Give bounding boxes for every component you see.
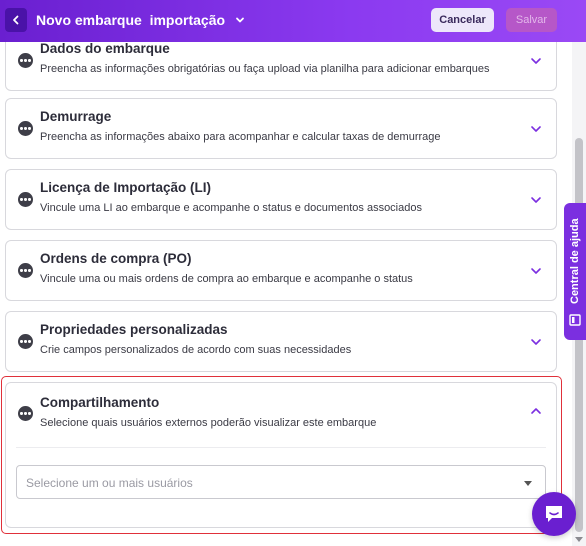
section-card-demurrage[interactable]: Demurrage Preencha as informações abaixo… bbox=[5, 98, 557, 159]
section-title: Dados do embarque bbox=[40, 41, 170, 56]
chevron-down-icon[interactable] bbox=[530, 265, 542, 277]
more-dots-icon bbox=[18, 334, 33, 349]
help-center-tab[interactable]: Central de ajuda bbox=[564, 203, 586, 340]
top-bar: Novo embarque importação Cancelar Salvar bbox=[0, 0, 586, 42]
help-center-label: Central de ajuda bbox=[569, 218, 581, 304]
chevron-down-icon bbox=[236, 17, 244, 23]
section-card-licenca-importacao[interactable]: Licença de Importação (LI) Vincule uma L… bbox=[5, 169, 557, 230]
section-description: Vincule uma ou mais ordens de compra ao … bbox=[40, 273, 413, 285]
section-card-ordens-de-compra[interactable]: Ordens de compra (PO) Vincule uma ou mai… bbox=[5, 240, 557, 301]
chat-bubble-icon bbox=[546, 506, 562, 522]
caret-down-icon bbox=[524, 481, 532, 486]
main-content: Dados do embarque Preencha as informaçõe… bbox=[0, 0, 562, 546]
section-card-propriedades-personalizadas[interactable]: Propriedades personalizadas Crie campos … bbox=[5, 311, 557, 372]
section-description: Preencha as informações obrigatórias ou … bbox=[40, 63, 490, 75]
page-title-dropdown[interactable]: Novo embarque importação bbox=[36, 12, 245, 28]
chevron-up-icon[interactable] bbox=[530, 405, 542, 417]
chevron-down-icon[interactable] bbox=[530, 123, 542, 135]
chevron-down-icon[interactable] bbox=[530, 336, 542, 348]
more-dots-icon bbox=[18, 192, 33, 207]
users-select[interactable]: Selecione um ou mais usuários bbox=[16, 465, 546, 499]
chevron-left-icon bbox=[13, 15, 19, 25]
section-description: Crie campos personalizados de acordo com… bbox=[40, 344, 352, 356]
section-description: Preencha as informações abaixo para acom… bbox=[40, 131, 441, 143]
more-dots-icon bbox=[18, 121, 33, 136]
divider bbox=[16, 447, 546, 448]
save-button[interactable]: Salvar bbox=[506, 8, 557, 32]
page-title: Novo embarque importação bbox=[36, 12, 226, 28]
more-dots-icon bbox=[18, 406, 33, 421]
section-description: Selecione quais usuários externos poderã… bbox=[40, 417, 377, 429]
chevron-down-icon[interactable] bbox=[530, 194, 542, 206]
users-select-placeholder: Selecione um ou mais usuários bbox=[26, 476, 193, 490]
cancel-button[interactable]: Cancelar bbox=[431, 8, 494, 32]
chevron-down-icon[interactable] bbox=[530, 55, 542, 67]
chat-button[interactable] bbox=[532, 492, 576, 536]
section-title: Propriedades personalizadas bbox=[40, 322, 228, 337]
section-title: Ordens de compra (PO) bbox=[40, 251, 192, 266]
back-button[interactable] bbox=[5, 8, 27, 32]
section-card-compartilhamento: Compartilhamento Selecione quais usuário… bbox=[5, 382, 557, 528]
section-description: Vincule uma LI ao embarque e acompanhe o… bbox=[40, 202, 422, 214]
book-icon bbox=[569, 314, 581, 326]
section-title: Licença de Importação (LI) bbox=[40, 180, 212, 195]
more-dots-icon bbox=[18, 53, 33, 68]
section-title: Demurrage bbox=[40, 109, 112, 124]
section-title: Compartilhamento bbox=[40, 395, 160, 410]
more-dots-icon bbox=[18, 263, 33, 278]
scroll-down-arrow-icon[interactable] bbox=[575, 537, 583, 542]
